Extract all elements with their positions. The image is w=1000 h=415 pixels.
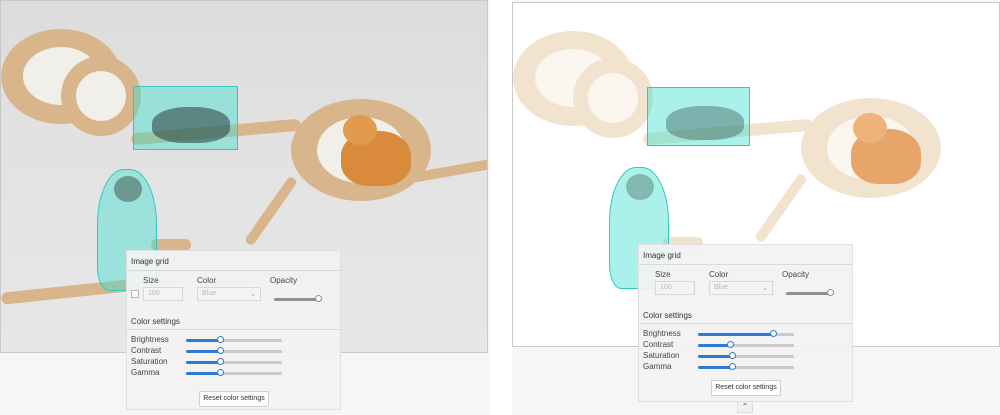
settings-flyout: Image grid Size Color Opacity 100 Blue ⌄ … [126,250,341,410]
orange-cat [323,109,413,189]
gamma-label: Gamma [131,368,160,377]
image-grid-heading: Image grid [643,251,681,260]
color-label: Color [709,270,729,279]
brightness-slider[interactable] [698,330,794,337]
color-settings-heading: Color settings [643,311,692,320]
rope-bridge [753,172,809,244]
size-label: Size [143,276,159,285]
chevron-up-icon[interactable]: ⌃ [737,401,753,413]
chevron-down-icon: ⌄ [762,285,768,292]
saturation-label: Saturation [643,351,680,360]
brightness-label: Brightness [643,329,681,338]
saturation-label: Saturation [131,357,168,366]
image-grid-heading: Image grid [131,257,169,266]
contrast-label: Contrast [131,346,162,355]
grid-color-dropdown[interactable]: Blue ⌄ [197,287,261,301]
reset-color-settings-button[interactable]: Reset color settings [711,380,781,396]
opacity-label: Opacity [782,270,810,279]
opacity-slider[interactable] [786,289,835,296]
contrast-slider[interactable] [698,341,794,348]
wooden-ring-shelf [61,56,141,136]
contrast-label: Contrast [643,340,674,349]
brightness-label: Brightness [131,335,169,344]
wooden-ring-shelf [573,58,653,138]
brightness-slider[interactable] [186,336,282,343]
rope-bridge [243,175,299,247]
grid-size-input[interactable]: 100 [143,287,183,301]
annotation-bounding-box[interactable] [133,86,238,150]
chevron-down-icon: ⌄ [250,291,256,298]
opacity-slider[interactable] [274,295,323,302]
reset-color-settings-button[interactable]: Reset color settings [199,391,269,407]
right-image-view: Image grid Size Color Opacity 100 Blue ⌄ … [512,0,1000,415]
view-separator [490,0,512,415]
gamma-label: Gamma [643,362,672,371]
grid-color-value: Blue [202,290,217,297]
grid-color-value: Blue [714,284,729,291]
contrast-slider[interactable] [186,347,282,354]
annotation-bounding-box[interactable] [647,87,750,146]
left-image-view: Image grid Size Color Opacity 100 Blue ⌄ … [0,0,490,415]
saturation-slider[interactable] [186,358,282,365]
size-label: Size [655,270,671,279]
color-settings-heading: Color settings [131,317,180,326]
saturation-slider[interactable] [698,352,794,359]
orange-cat [833,107,923,187]
color-label: Color [197,276,217,285]
grid-size-input[interactable]: 100 [655,281,695,295]
grid-checkbox[interactable] [131,290,139,298]
grid-color-dropdown[interactable]: Blue ⌄ [709,281,773,295]
opacity-label: Opacity [270,276,298,285]
settings-flyout: Image grid Size Color Opacity 100 Blue ⌄ … [638,244,853,402]
gamma-slider[interactable] [186,369,282,376]
gamma-slider[interactable] [698,363,794,370]
